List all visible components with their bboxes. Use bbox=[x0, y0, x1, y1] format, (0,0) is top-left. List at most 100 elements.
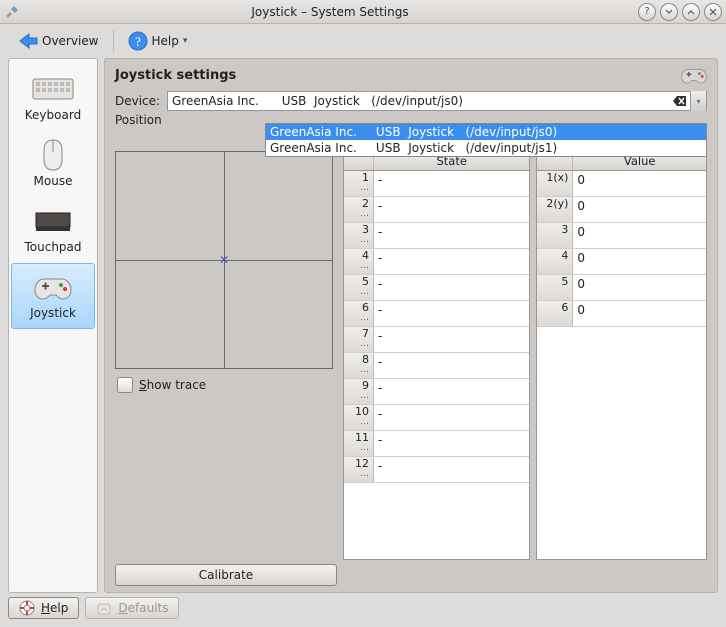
help-button[interactable]: Help bbox=[8, 597, 79, 619]
value-cell: 0 bbox=[573, 197, 706, 222]
state-cell: - bbox=[374, 171, 529, 196]
show-trace-label: Show trace bbox=[139, 378, 206, 392]
chevron-down-icon[interactable]: ▾ bbox=[690, 91, 706, 111]
table-row[interactable]: 2(y)0 bbox=[537, 197, 706, 223]
settings-panel: Joystick settings Device: GreenAsia Inc.… bbox=[104, 58, 718, 593]
device-option[interactable]: GreenAsia Inc. USB Joystick (/dev/input/… bbox=[266, 124, 706, 140]
window-title: Joystick – System Settings bbox=[26, 5, 634, 19]
minimize-button[interactable] bbox=[660, 3, 678, 21]
row-number: 8… bbox=[344, 353, 374, 378]
sidebar-item-touchpad[interactable]: Touchpad bbox=[9, 197, 97, 263]
table-row[interactable]: 12…- bbox=[344, 457, 529, 483]
table-row[interactable]: 4…- bbox=[344, 249, 529, 275]
value-cell: 0 bbox=[573, 249, 706, 274]
row-number: 1… bbox=[344, 171, 374, 196]
gamepad-icon bbox=[681, 65, 707, 85]
state-cell: - bbox=[374, 405, 529, 430]
overview-label: Overview bbox=[42, 34, 99, 48]
toolbar-separator bbox=[113, 30, 114, 52]
defaults-button[interactable]: Defaults bbox=[85, 597, 179, 619]
position-crosshair: ✕ bbox=[115, 151, 333, 369]
close-button[interactable] bbox=[704, 3, 722, 21]
row-number: 4 bbox=[537, 249, 573, 274]
calibrate-label: Calibrate bbox=[199, 568, 253, 582]
help-window-button[interactable]: ? bbox=[638, 3, 656, 21]
page-title: Joystick settings bbox=[115, 68, 681, 83]
window-titlebar: Joystick – System Settings ? bbox=[0, 0, 726, 24]
value-cell: 0 bbox=[573, 275, 706, 300]
table-row[interactable]: 8…- bbox=[344, 353, 529, 379]
table-row[interactable]: 10…- bbox=[344, 405, 529, 431]
app-icon bbox=[4, 4, 20, 20]
help-icon: ? bbox=[128, 31, 148, 51]
help-lifebuoy-icon bbox=[19, 600, 35, 616]
defaults-button-label: Defaults bbox=[118, 601, 168, 615]
sidebar-item-mouse[interactable]: Mouse bbox=[9, 131, 97, 197]
table-row[interactable]: 3…- bbox=[344, 223, 529, 249]
table-row[interactable]: 7…- bbox=[344, 327, 529, 353]
table-row[interactable]: 40 bbox=[537, 249, 706, 275]
row-number: 4… bbox=[344, 249, 374, 274]
row-number: 1(x) bbox=[537, 171, 573, 196]
state-cell: - bbox=[374, 223, 529, 248]
sidebar-item-label: Mouse bbox=[12, 174, 94, 188]
mouse-icon bbox=[12, 138, 94, 172]
device-combo[interactable]: GreenAsia Inc. USB Joystick (/dev/input/… bbox=[167, 91, 707, 111]
main-toolbar: Overview ? Help ▾ bbox=[0, 24, 726, 58]
table-row[interactable]: 1…- bbox=[344, 171, 529, 197]
table-row[interactable]: 11…- bbox=[344, 431, 529, 457]
keyboard-icon bbox=[12, 72, 94, 106]
defaults-icon bbox=[96, 600, 112, 616]
sidebar-item-keyboard[interactable]: Keyboard bbox=[9, 65, 97, 131]
back-arrow-icon bbox=[16, 31, 40, 51]
table-row[interactable]: 2…- bbox=[344, 197, 529, 223]
device-combo-value: GreenAsia Inc. USB Joystick (/dev/input/… bbox=[172, 94, 463, 108]
toolbar-help-button[interactable]: ? Help ▾ bbox=[120, 29, 196, 53]
help-button-label: Help bbox=[41, 601, 68, 615]
row-number: 7… bbox=[344, 327, 374, 352]
row-number: 3 bbox=[537, 223, 573, 248]
sidebar-item-label: Joystick bbox=[14, 306, 92, 320]
overview-button[interactable]: Overview bbox=[8, 29, 107, 53]
table-row[interactable]: 5…- bbox=[344, 275, 529, 301]
state-cell: - bbox=[374, 301, 529, 326]
device-option[interactable]: GreenAsia Inc. USB Joystick (/dev/input/… bbox=[266, 140, 706, 156]
row-number: 10… bbox=[344, 405, 374, 430]
device-label: Device: bbox=[115, 94, 167, 108]
calibrate-button[interactable]: Calibrate bbox=[115, 564, 337, 586]
touchpad-icon bbox=[12, 204, 94, 238]
state-cell: - bbox=[374, 249, 529, 274]
state-cell: - bbox=[374, 275, 529, 300]
state-cell: - bbox=[374, 353, 529, 378]
row-number: 6 bbox=[537, 301, 573, 326]
category-sidebar: Keyboard Mouse Touchpad Joystick bbox=[8, 58, 98, 593]
table-row[interactable]: 6…- bbox=[344, 301, 529, 327]
dropdown-arrow-icon: ▾ bbox=[183, 36, 188, 46]
state-cell: - bbox=[374, 431, 529, 456]
sidebar-item-joystick[interactable]: Joystick bbox=[11, 263, 95, 329]
row-number: 12… bbox=[344, 457, 374, 482]
main-frame: Keyboard Mouse Touchpad Joystick Joystic… bbox=[8, 58, 718, 593]
value-cell: 0 bbox=[573, 301, 706, 326]
maximize-button[interactable] bbox=[682, 3, 700, 21]
clear-icon[interactable] bbox=[672, 93, 688, 109]
state-cell: - bbox=[374, 457, 529, 482]
row-number: 3… bbox=[344, 223, 374, 248]
device-dropdown-list[interactable]: GreenAsia Inc. USB Joystick (/dev/input/… bbox=[265, 123, 707, 157]
row-number: 9… bbox=[344, 379, 374, 404]
value-cell: 0 bbox=[573, 223, 706, 248]
table-row[interactable]: 50 bbox=[537, 275, 706, 301]
position-label: Position bbox=[115, 113, 167, 127]
sidebar-item-label: Keyboard bbox=[12, 108, 94, 122]
toolbar-help-label: Help bbox=[152, 34, 179, 48]
row-number: 5… bbox=[344, 275, 374, 300]
table-row[interactable]: 9…- bbox=[344, 379, 529, 405]
state-cell: - bbox=[374, 327, 529, 352]
table-row[interactable]: 30 bbox=[537, 223, 706, 249]
table-row[interactable]: 60 bbox=[537, 301, 706, 327]
bottom-bar: Help Defaults bbox=[8, 597, 718, 621]
table-row[interactable]: 1(x)0 bbox=[537, 171, 706, 197]
value-cell: 0 bbox=[573, 171, 706, 196]
row-number: 2(y) bbox=[537, 197, 573, 222]
show-trace-checkbox[interactable] bbox=[117, 377, 133, 393]
